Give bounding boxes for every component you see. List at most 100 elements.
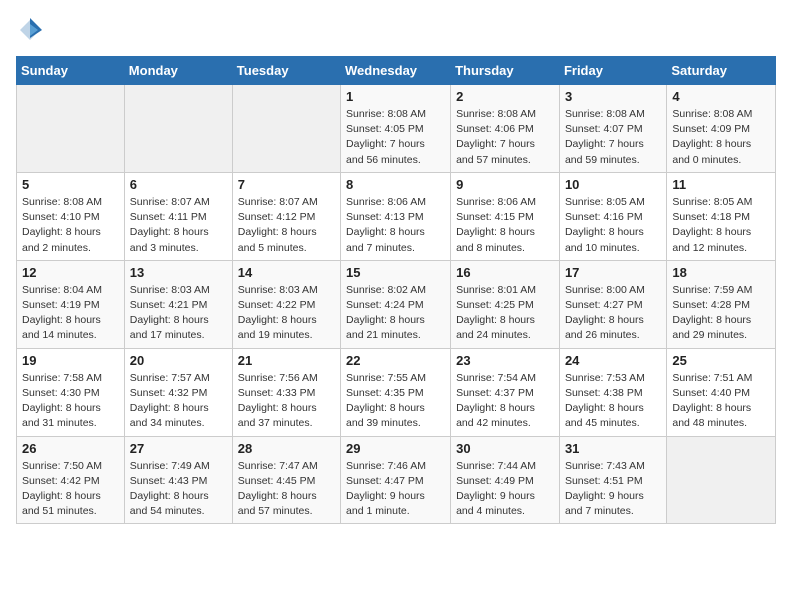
- day-number: 20: [130, 353, 227, 368]
- calendar-cell: 24 Sunrise: 7:53 AMSunset: 4:38 PMDayligh…: [559, 348, 666, 436]
- day-info: Sunrise: 7:46 AMSunset: 4:47 PMDaylight:…: [346, 459, 445, 520]
- day-info: Sunrise: 8:00 AMSunset: 4:27 PMDaylight:…: [565, 283, 661, 344]
- calendar-body: 1 Sunrise: 8:08 AMSunset: 4:05 PMDaylight…: [17, 85, 776, 524]
- calendar-cell: [232, 85, 340, 173]
- day-info: Sunrise: 7:50 AMSunset: 4:42 PMDaylight:…: [22, 459, 119, 520]
- calendar-cell: 1 Sunrise: 8:08 AMSunset: 4:05 PMDaylight…: [341, 85, 451, 173]
- day-info: Sunrise: 8:02 AMSunset: 4:24 PMDaylight:…: [346, 283, 445, 344]
- day-number: 5: [22, 177, 119, 192]
- calendar-cell: 27 Sunrise: 7:49 AMSunset: 4:43 PMDayligh…: [124, 436, 232, 524]
- day-number: 17: [565, 265, 661, 280]
- day-info: Sunrise: 8:07 AMSunset: 4:11 PMDaylight:…: [130, 195, 227, 256]
- calendar-cell: 11 Sunrise: 8:05 AMSunset: 4:18 PMDayligh…: [667, 172, 776, 260]
- day-info: Sunrise: 8:03 AMSunset: 4:22 PMDaylight:…: [238, 283, 335, 344]
- calendar-week-row: 5 Sunrise: 8:08 AMSunset: 4:10 PMDaylight…: [17, 172, 776, 260]
- day-info: Sunrise: 8:08 AMSunset: 4:10 PMDaylight:…: [22, 195, 119, 256]
- calendar-cell: 3Sunrise: 8:08 AMSunset: 4:07 PMDaylight…: [559, 85, 666, 173]
- calendar-cell: 19 Sunrise: 7:58 AMSunset: 4:30 PMDayligh…: [17, 348, 125, 436]
- day-number: 7: [238, 177, 335, 192]
- day-number: 12: [22, 265, 119, 280]
- day-number: 6: [130, 177, 227, 192]
- day-info: Sunrise: 8:08 AMSunset: 4:06 PMDaylight:…: [456, 107, 554, 168]
- day-info: Sunrise: 8:08 AMSunset: 4:09 PMDaylight:…: [672, 107, 770, 168]
- day-number: 15: [346, 265, 445, 280]
- calendar-cell: 13 Sunrise: 8:03 AMSunset: 4:21 PMDayligh…: [124, 260, 232, 348]
- calendar-cell: 17 Sunrise: 8:00 AMSunset: 4:27 PMDayligh…: [559, 260, 666, 348]
- day-number: 30: [456, 441, 554, 456]
- day-number: 23: [456, 353, 554, 368]
- day-info: Sunrise: 7:55 AMSunset: 4:35 PMDaylight:…: [346, 371, 445, 432]
- day-info: Sunrise: 8:06 AMSunset: 4:13 PMDaylight:…: [346, 195, 445, 256]
- header-row: SundayMondayTuesdayWednesdayThursdayFrid…: [17, 57, 776, 85]
- day-number: 16: [456, 265, 554, 280]
- day-number: 2: [456, 89, 554, 104]
- day-info: Sunrise: 7:51 AMSunset: 4:40 PMDaylight:…: [672, 371, 770, 432]
- day-number: 11: [672, 177, 770, 192]
- day-info: Sunrise: 7:44 AMSunset: 4:49 PMDaylight:…: [456, 459, 554, 520]
- day-info: Sunrise: 8:08 AMSunset: 4:05 PMDaylight:…: [346, 107, 445, 168]
- calendar-week-row: 19 Sunrise: 7:58 AMSunset: 4:30 PMDayligh…: [17, 348, 776, 436]
- day-number: 26: [22, 441, 119, 456]
- day-info: Sunrise: 7:53 AMSunset: 4:38 PMDaylight:…: [565, 371, 661, 432]
- day-info: Sunrise: 7:59 AMSunset: 4:28 PMDaylight:…: [672, 283, 770, 344]
- calendar-week-row: 1 Sunrise: 8:08 AMSunset: 4:05 PMDaylight…: [17, 85, 776, 173]
- calendar-cell: 6 Sunrise: 8:07 AMSunset: 4:11 PMDaylight…: [124, 172, 232, 260]
- day-info: Sunrise: 8:05 AMSunset: 4:18 PMDaylight:…: [672, 195, 770, 256]
- calendar-cell: 9 Sunrise: 8:06 AMSunset: 4:15 PMDaylight…: [451, 172, 560, 260]
- day-number: 24: [565, 353, 661, 368]
- day-number: 27: [130, 441, 227, 456]
- calendar-cell: [667, 436, 776, 524]
- calendar-cell: 30 Sunrise: 7:44 AMSunset: 4:49 PMDayligh…: [451, 436, 560, 524]
- day-number: 8: [346, 177, 445, 192]
- calendar-cell: 16Sunrise: 8:01 AMSunset: 4:25 PMDayligh…: [451, 260, 560, 348]
- calendar-cell: 15 Sunrise: 8:02 AMSunset: 4:24 PMDayligh…: [341, 260, 451, 348]
- weekday-header: Wednesday: [341, 57, 451, 85]
- day-info: Sunrise: 8:03 AMSunset: 4:21 PMDaylight:…: [130, 283, 227, 344]
- day-info: Sunrise: 7:49 AMSunset: 4:43 PMDaylight:…: [130, 459, 227, 520]
- calendar-cell: 18 Sunrise: 7:59 AMSunset: 4:28 PMDayligh…: [667, 260, 776, 348]
- logo: [16, 16, 48, 44]
- calendar-header: SundayMondayTuesdayWednesdayThursdayFrid…: [17, 57, 776, 85]
- calendar-cell: 23 Sunrise: 7:54 AMSunset: 4:37 PMDayligh…: [451, 348, 560, 436]
- day-info: Sunrise: 7:43 AMSunset: 4:51 PMDaylight:…: [565, 459, 661, 520]
- calendar-cell: [17, 85, 125, 173]
- calendar-cell: 12Sunrise: 8:04 AMSunset: 4:19 PMDayligh…: [17, 260, 125, 348]
- day-number: 21: [238, 353, 335, 368]
- day-info: Sunrise: 7:54 AMSunset: 4:37 PMDaylight:…: [456, 371, 554, 432]
- weekday-header: Friday: [559, 57, 666, 85]
- calendar-cell: 5 Sunrise: 8:08 AMSunset: 4:10 PMDaylight…: [17, 172, 125, 260]
- day-number: 25: [672, 353, 770, 368]
- day-number: 18: [672, 265, 770, 280]
- calendar-cell: 22 Sunrise: 7:55 AMSunset: 4:35 PMDayligh…: [341, 348, 451, 436]
- weekday-header: Sunday: [17, 57, 125, 85]
- day-info: Sunrise: 8:07 AMSunset: 4:12 PMDaylight:…: [238, 195, 335, 256]
- calendar-cell: 28Sunrise: 7:47 AMSunset: 4:45 PMDayligh…: [232, 436, 340, 524]
- day-info: Sunrise: 8:05 AMSunset: 4:16 PMDaylight:…: [565, 195, 661, 256]
- day-info: Sunrise: 7:47 AMSunset: 4:45 PMDaylight:…: [238, 459, 335, 520]
- day-number: 22: [346, 353, 445, 368]
- calendar-week-row: 12Sunrise: 8:04 AMSunset: 4:19 PMDayligh…: [17, 260, 776, 348]
- calendar-table: SundayMondayTuesdayWednesdayThursdayFrid…: [16, 56, 776, 524]
- calendar-cell: 21Sunrise: 7:56 AMSunset: 4:33 PMDayligh…: [232, 348, 340, 436]
- day-number: 13: [130, 265, 227, 280]
- day-number: 19: [22, 353, 119, 368]
- calendar-cell: [124, 85, 232, 173]
- calendar-cell: 7 Sunrise: 8:07 AMSunset: 4:12 PMDaylight…: [232, 172, 340, 260]
- calendar-cell: 29 Sunrise: 7:46 AMSunset: 4:47 PMDayligh…: [341, 436, 451, 524]
- logo-icon: [16, 16, 44, 44]
- day-number: 14: [238, 265, 335, 280]
- calendar-week-row: 26 Sunrise: 7:50 AMSunset: 4:42 PMDayligh…: [17, 436, 776, 524]
- calendar-cell: 2 Sunrise: 8:08 AMSunset: 4:06 PMDaylight…: [451, 85, 560, 173]
- calendar-cell: 4 Sunrise: 8:08 AMSunset: 4:09 PMDaylight…: [667, 85, 776, 173]
- calendar-cell: 25 Sunrise: 7:51 AMSunset: 4:40 PMDayligh…: [667, 348, 776, 436]
- calendar-cell: 14 Sunrise: 8:03 AMSunset: 4:22 PMDayligh…: [232, 260, 340, 348]
- day-number: 9: [456, 177, 554, 192]
- page-header: [16, 16, 776, 44]
- calendar-cell: 10Sunrise: 8:05 AMSunset: 4:16 PMDayligh…: [559, 172, 666, 260]
- day-info: Sunrise: 8:06 AMSunset: 4:15 PMDaylight:…: [456, 195, 554, 256]
- day-number: 29: [346, 441, 445, 456]
- day-number: 4: [672, 89, 770, 104]
- day-info: Sunrise: 7:58 AMSunset: 4:30 PMDaylight:…: [22, 371, 119, 432]
- weekday-header: Saturday: [667, 57, 776, 85]
- day-number: 1: [346, 89, 445, 104]
